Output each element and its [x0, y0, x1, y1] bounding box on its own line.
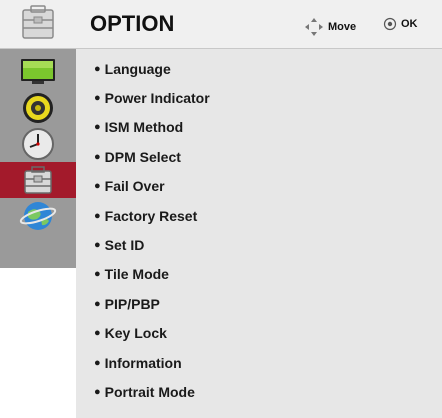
menu-header: OPTION Move OK	[76, 0, 442, 49]
clock-time-icon	[22, 128, 54, 160]
sidebar-header	[0, 0, 76, 49]
menu-item-set-id[interactable]: ● Set ID	[76, 230, 442, 259]
menu-item-label: Factory Reset	[104, 207, 198, 224]
bullet-icon: ●	[94, 268, 101, 281]
sidebar-item-time[interactable]	[0, 126, 76, 162]
menu-item-label: Key Lock	[104, 325, 167, 342]
option-menu-list: ● Language ● Power Indicator ● ISM Method ●…	[76, 54, 442, 407]
menu-item-information[interactable]: ● Information	[76, 348, 442, 377]
menu-item-factory-reset[interactable]: ● Factory Reset	[76, 201, 442, 230]
bullet-icon: ●	[94, 150, 101, 163]
sidebar-item-network[interactable]	[0, 198, 76, 234]
sidebar-item-audio[interactable]	[0, 90, 76, 126]
menu-item-label: Information	[104, 354, 182, 371]
ok-circle-icon	[383, 17, 397, 31]
menu-item-label: Fail Over	[104, 178, 165, 195]
menu-item-fail-over[interactable]: ● Fail Over	[76, 172, 442, 201]
toolbox-option-icon	[24, 166, 52, 194]
page-title: OPTION	[90, 11, 175, 36]
four-way-arrow-icon	[305, 18, 323, 36]
bullet-icon: ●	[94, 385, 101, 398]
speaker-audio-icon	[23, 93, 53, 123]
bullet-icon: ●	[94, 356, 101, 369]
menu-item-label: ISM Method	[104, 119, 184, 136]
menu-item-label: Portrait Mode	[104, 383, 195, 400]
bullet-icon: ●	[94, 297, 101, 310]
menu-item-label: Language	[104, 60, 171, 77]
network-globe-icon	[19, 202, 57, 230]
move-hint: Move	[304, 17, 356, 37]
menu-item-pip-pbp[interactable]: ● PIP/PBP	[76, 289, 442, 318]
move-label: Move	[328, 21, 357, 33]
menu-item-language[interactable]: ● Language	[76, 54, 442, 83]
menu-item-ism-method[interactable]: ● ISM Method	[76, 113, 442, 142]
bullet-icon: ●	[94, 92, 101, 105]
toolbox-icon	[22, 5, 54, 39]
bullet-icon: ●	[94, 239, 101, 252]
ok-label: OK	[401, 18, 418, 30]
bullet-icon: ●	[94, 180, 101, 193]
menu-item-label: Power Indicator	[104, 90, 210, 107]
option-menu-panel: OPTION Move OK ● Language ● Power Indicato…	[76, 0, 442, 418]
category-sidebar	[0, 0, 76, 268]
bullet-icon: ●	[94, 62, 101, 75]
menu-item-label: PIP/PBP	[104, 295, 160, 312]
menu-item-power-indicator[interactable]: ● Power Indicator	[76, 83, 442, 112]
bullet-icon: ●	[94, 121, 101, 134]
menu-item-key-lock[interactable]: ● Key Lock	[76, 319, 442, 348]
menu-item-portrait-mode[interactable]: ● Portrait Mode	[76, 377, 442, 406]
ok-hint: OK	[383, 17, 418, 31]
sidebar-item-picture[interactable]	[0, 54, 76, 90]
bullet-icon: ●	[94, 327, 101, 340]
menu-item-label: Tile Mode	[104, 266, 169, 283]
menu-item-dpm-select[interactable]: ● DPM Select	[76, 142, 442, 171]
menu-item-label: Set ID	[104, 237, 145, 254]
menu-item-label: DPM Select	[104, 148, 181, 165]
picture-monitor-icon	[21, 59, 55, 84]
sidebar-item-option[interactable]	[0, 162, 76, 198]
menu-item-tile-mode[interactable]: ● Tile Mode	[76, 260, 442, 289]
bullet-icon: ●	[94, 209, 101, 222]
